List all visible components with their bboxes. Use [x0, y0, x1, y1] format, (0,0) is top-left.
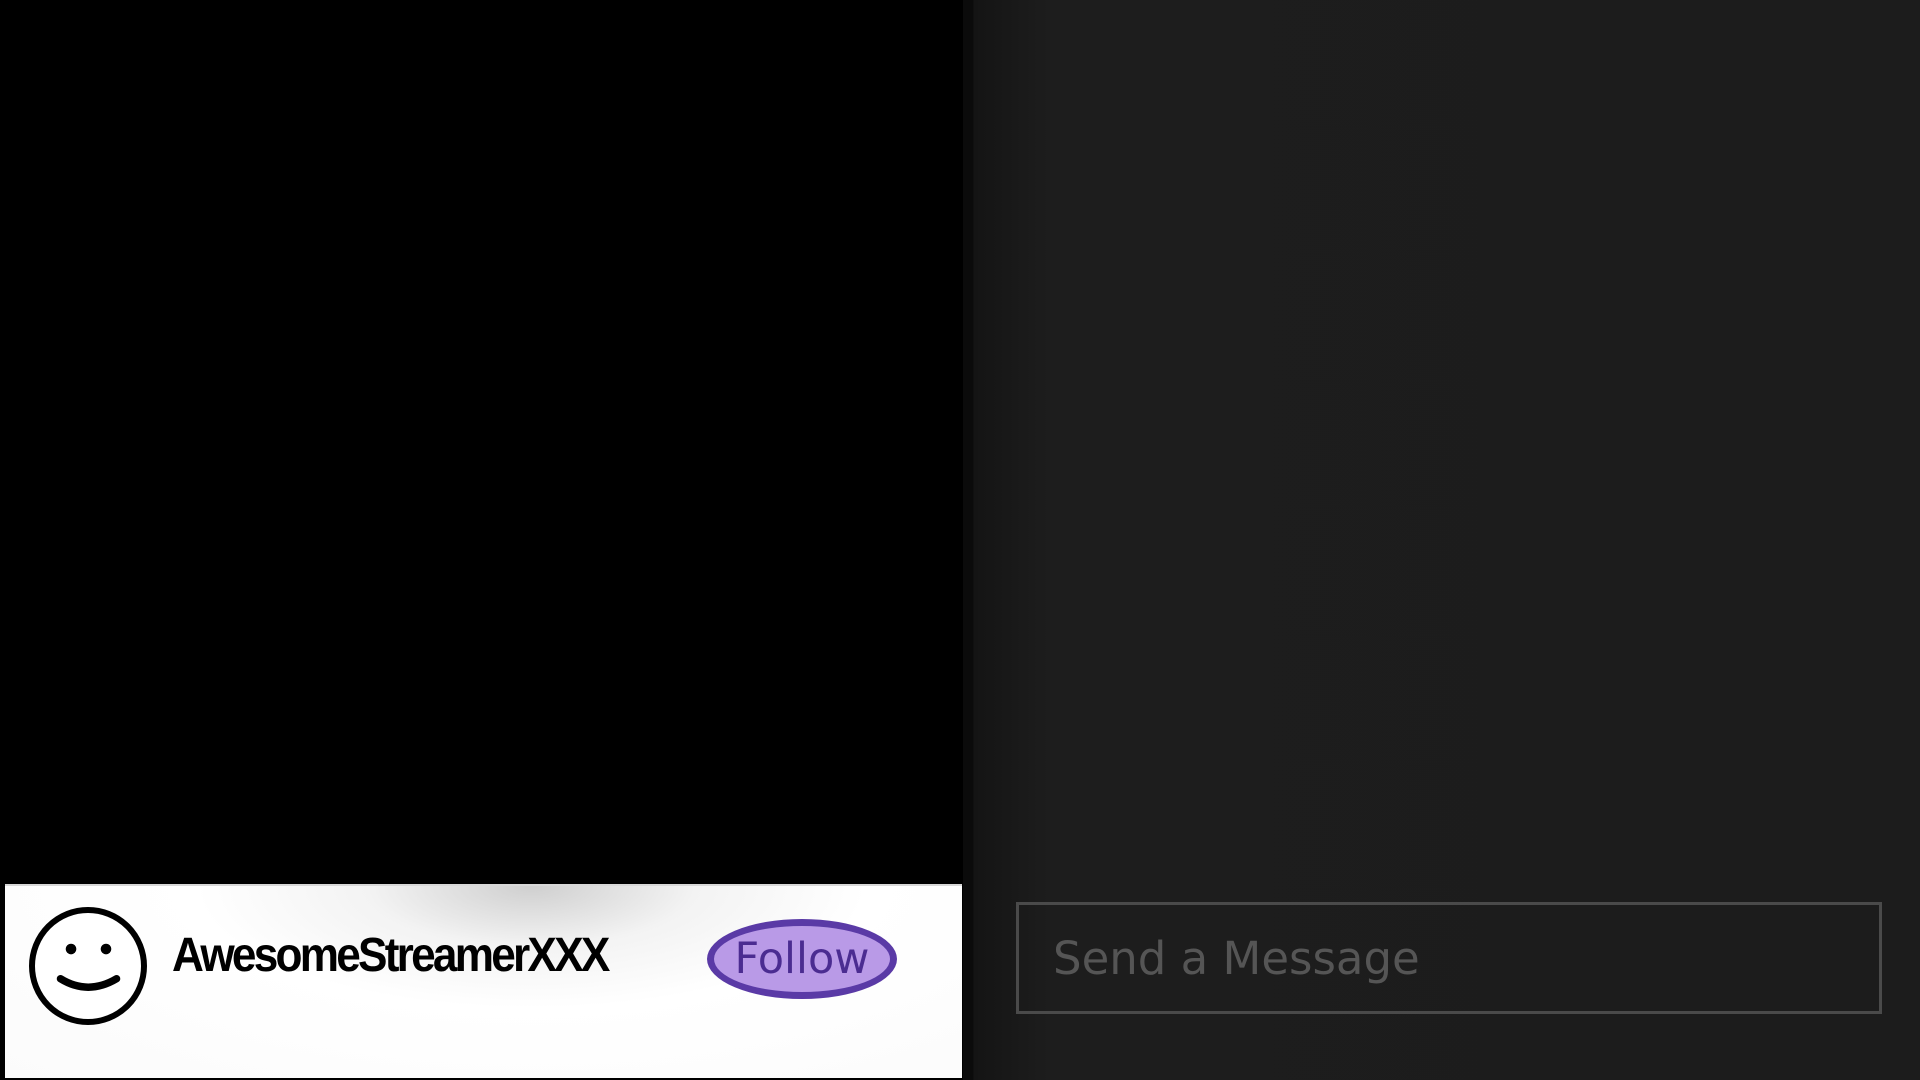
channel-info-bar: AwesomeStreamerXXX Follow — [5, 884, 962, 1078]
streamer-name[interactable]: AwesomeStreamerXXX — [172, 928, 610, 983]
video-player[interactable] — [0, 0, 963, 882]
streamer-avatar[interactable] — [29, 907, 147, 1025]
smiley-face-icon — [56, 943, 121, 991]
follow-button[interactable]: Follow — [707, 919, 897, 999]
panel-divider — [963, 0, 973, 1080]
streaming-app: AwesomeStreamerXXX Follow — [0, 0, 1920, 1080]
message-box[interactable] — [1016, 902, 1882, 1014]
message-input[interactable] — [1019, 905, 1879, 1011]
